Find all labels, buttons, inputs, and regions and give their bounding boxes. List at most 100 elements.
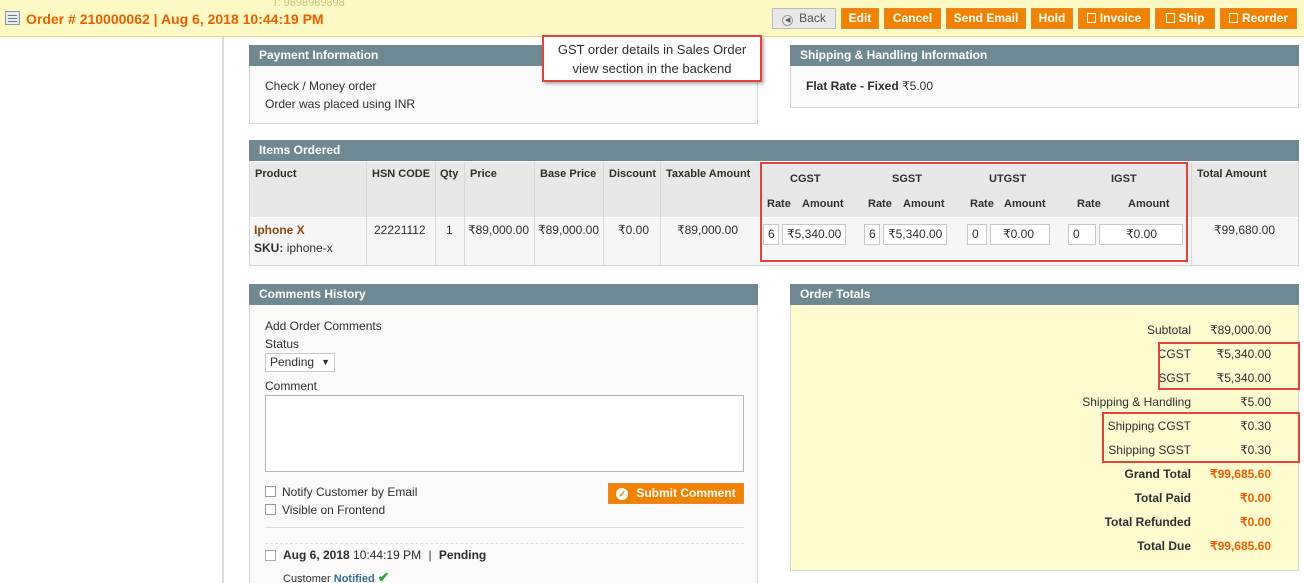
product-sku: SKU: iphone-x	[254, 241, 333, 255]
ship-icon	[1165, 13, 1175, 23]
totals-row-total-paid: Total Paid ₹0.00	[791, 491, 1298, 511]
ship-button[interactable]: Ship	[1155, 8, 1215, 29]
reorder-button[interactable]: Reorder	[1220, 8, 1297, 29]
totals-label: Shipping & Handling	[1082, 395, 1191, 409]
history-entry: Aug 6, 2018 10:44:19 PM | Pending	[283, 548, 486, 562]
totals-value: ₹0.00	[1240, 515, 1271, 529]
item-price: ₹89,000.00	[468, 223, 530, 237]
col-sep	[435, 162, 436, 265]
item-total: ₹99,680.00	[1214, 223, 1276, 237]
col-sep	[1191, 162, 1192, 265]
ghost-phone-text: T: 9898989898	[272, 0, 345, 9]
history-time: 10:44:19 PM	[353, 548, 422, 562]
history-date: Aug 6, 2018	[283, 548, 350, 562]
callout-line-1: GST order details in Sales Order	[557, 42, 747, 57]
history-note-icon	[265, 550, 276, 561]
col-product: Product	[255, 168, 297, 180]
col-sep	[660, 162, 661, 265]
customer-label: Customer	[283, 573, 331, 583]
notified-label: Notified	[333, 573, 375, 583]
back-button[interactable]: ◀ Back	[772, 8, 836, 29]
totals-row-subtotal: Subtotal ₹89,000.00	[791, 323, 1298, 343]
invoice-icon	[1086, 13, 1096, 23]
notify-customer-checkbox[interactable]	[265, 486, 276, 497]
comment-textarea[interactable]	[265, 395, 744, 472]
history-status: Pending	[438, 548, 487, 562]
history-separator: |	[428, 548, 432, 562]
payment-method: Check / Money order	[265, 79, 377, 93]
col-qty: Qty	[440, 168, 459, 180]
status-select[interactable]: Pending ▼	[265, 353, 335, 372]
status-label: Status	[265, 337, 300, 351]
shipping-method: Flat Rate - Fixed ₹5.00	[806, 79, 933, 93]
tax-totals-highlight	[1158, 342, 1300, 390]
shipping-tax-highlight	[1102, 412, 1300, 463]
shipping-method-name: Flat Rate - Fixed	[806, 79, 899, 93]
totals-row-grand-total: Grand Total ₹99,685.60	[791, 467, 1298, 487]
items-ordered-header: Items Ordered	[249, 140, 1299, 161]
comment-label: Comment	[265, 379, 318, 393]
shipping-info-header: Shipping & Handling Information	[790, 45, 1299, 66]
check-icon: ✔	[377, 569, 390, 583]
comments-divider-dashed	[265, 543, 744, 544]
comments-divider	[265, 527, 744, 528]
invoice-button[interactable]: Invoice	[1078, 8, 1150, 29]
cancel-button[interactable]: Cancel	[884, 8, 941, 29]
totals-label: Total Due	[1137, 539, 1191, 553]
totals-label: Total Paid	[1134, 491, 1191, 505]
item-qty: 1	[446, 223, 453, 237]
col-sep	[603, 162, 604, 265]
comments-history-header: Comments History	[249, 284, 758, 305]
invoice-label: Invoice	[1099, 11, 1142, 25]
visible-frontend-label: Visible on Frontend	[282, 503, 386, 517]
totals-value: ₹99,685.60	[1209, 467, 1271, 481]
item-hsn: 22221112	[374, 223, 426, 237]
page-title: Order # 210000062 | Aug 6, 2018 10:44:19…	[26, 11, 324, 27]
ship-label: Ship	[1178, 11, 1205, 25]
col-total-amount: Total Amount	[1197, 168, 1267, 180]
status-select-value: Pending	[270, 355, 315, 369]
gst-highlight-box	[760, 162, 1188, 262]
add-comments-label: Add Order Comments	[265, 319, 382, 333]
visible-frontend-checkbox[interactable]	[265, 504, 276, 515]
totals-value: ₹5.00	[1240, 395, 1271, 409]
item-taxable: ₹89,000.00	[677, 223, 739, 237]
col-price: Price	[470, 168, 497, 180]
col-hsn: HSN CODE	[372, 168, 431, 180]
item-discount: ₹0.00	[618, 223, 649, 237]
submit-comment-label: Submit Comment	[636, 486, 736, 500]
shipping-amount: ₹5.00	[902, 79, 934, 93]
totals-value: ₹89,000.00	[1209, 323, 1271, 337]
back-label: Back	[799, 11, 826, 25]
history-customer-notified: Customer Notified ✔	[283, 569, 390, 583]
col-sep	[464, 162, 465, 265]
sku-value: iphone-x	[286, 241, 333, 255]
totals-label: Subtotal	[1146, 323, 1191, 337]
totals-value: ₹0.00	[1240, 491, 1271, 505]
back-arrow-icon: ◀	[782, 15, 794, 26]
col-sep	[366, 162, 367, 265]
totals-row-total-due: Total Due ₹99,685.60	[791, 539, 1298, 559]
order-icon	[5, 11, 20, 25]
totals-label: Total Refunded	[1104, 515, 1191, 529]
chevron-down-icon: ▼	[321, 357, 330, 367]
send-email-button[interactable]: Send Email	[946, 8, 1026, 29]
comments-box: Add Order Comments Status Pending ▼ Comme…	[249, 305, 758, 583]
item-base-price: ₹89,000.00	[538, 223, 600, 237]
col-base-price: Base Price	[540, 168, 597, 180]
notify-customer-label: Notify Customer by Email	[282, 485, 418, 499]
callout-line-2: view section in the backend	[572, 61, 732, 76]
totals-value: ₹99,685.60	[1209, 539, 1271, 553]
sku-label: SKU:	[254, 241, 284, 255]
edit-button[interactable]: Edit	[841, 8, 879, 29]
submit-comment-button[interactable]: ✓ Submit Comment	[608, 483, 744, 504]
product-name[interactable]: Iphone X	[254, 223, 305, 237]
submit-check-icon: ✓	[616, 488, 629, 500]
col-discount: Discount	[609, 168, 657, 180]
col-sep	[534, 162, 535, 265]
shipping-info-box: Flat Rate - Fixed ₹5.00	[790, 66, 1299, 108]
annotation-callout: GST order details in Sales Order view se…	[542, 35, 762, 82]
totals-label: Grand Total	[1124, 467, 1191, 481]
reorder-icon	[1228, 13, 1238, 23]
hold-button[interactable]: Hold	[1031, 8, 1073, 29]
